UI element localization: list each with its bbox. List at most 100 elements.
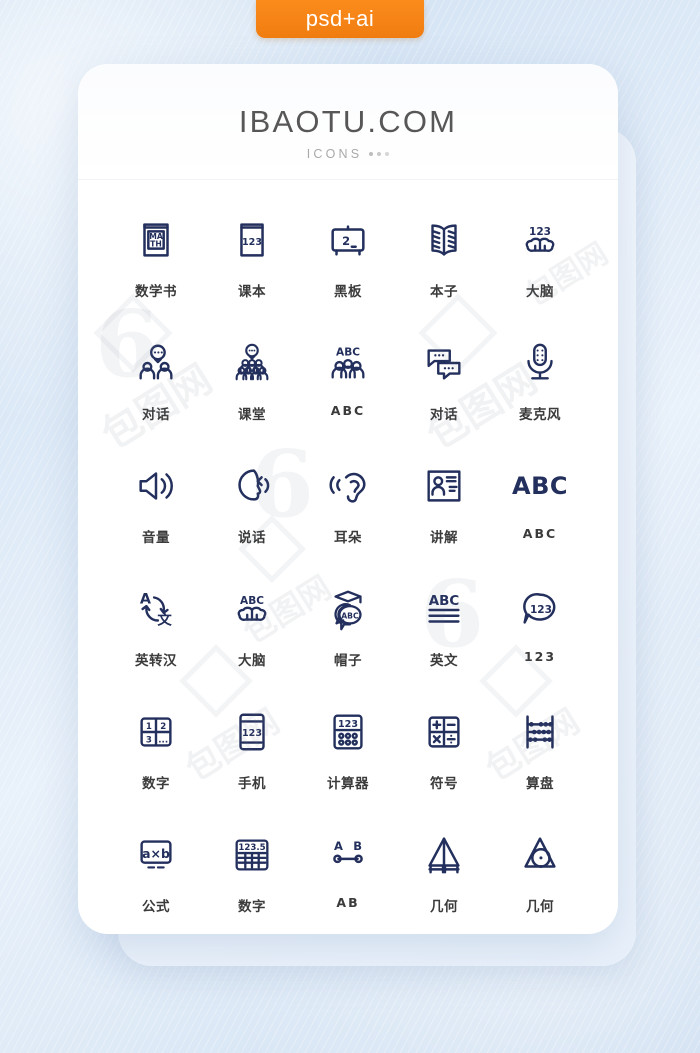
icon-cell[interactable]: 几何 bbox=[396, 813, 492, 928]
icon-cell[interactable]: 算盘 bbox=[492, 690, 588, 805]
microphone-icon bbox=[512, 337, 568, 389]
icon-label: 计算器 bbox=[327, 776, 369, 792]
icon-label: 几何 bbox=[526, 899, 554, 915]
volume-speaker-icon bbox=[128, 460, 184, 512]
icon-set-card: IBAOTU.COM ICONS MA TH 数学书 123 课本 2 黑板 本… bbox=[78, 64, 618, 934]
icon-label: AB bbox=[336, 895, 360, 910]
svg-text:A: A bbox=[334, 839, 343, 853]
open-book-icon bbox=[416, 214, 472, 266]
icon-cell[interactable]: 对话 bbox=[108, 321, 204, 436]
number-book-icon: 123 bbox=[224, 214, 280, 266]
icon-cell[interactable]: ABC ABC bbox=[300, 321, 396, 436]
icon-label: 公式 bbox=[142, 899, 170, 915]
icon-label: 大脑 bbox=[526, 284, 554, 300]
icon-label: 课堂 bbox=[238, 407, 266, 423]
icon-label: 本子 bbox=[430, 284, 458, 300]
svg-text:2: 2 bbox=[342, 234, 350, 248]
icon-cell[interactable]: MA TH 数学书 bbox=[108, 198, 204, 313]
icon-cell[interactable]: ABC 英文 bbox=[396, 567, 492, 682]
icon-cell[interactable]: ABC 大脑 bbox=[204, 567, 300, 682]
svg-text:ABC: ABC bbox=[240, 595, 264, 607]
svg-text:123: 123 bbox=[530, 604, 552, 616]
icon-label: 数学书 bbox=[135, 284, 177, 300]
icon-cell[interactable]: 123 大脑 bbox=[492, 198, 588, 313]
icon-label: ABC bbox=[522, 526, 558, 541]
icon-cell[interactable]: 讲解 bbox=[396, 444, 492, 559]
triangle-circle-icon bbox=[512, 829, 568, 881]
icon-label: 音量 bbox=[142, 530, 170, 546]
icon-cell[interactable]: 123 手机 bbox=[204, 690, 300, 805]
icon-label: 黑板 bbox=[334, 284, 362, 300]
icon-cell[interactable]: 符号 bbox=[396, 690, 492, 805]
spreadsheet-1235-icon: 123.5 bbox=[224, 829, 280, 881]
svg-text:123: 123 bbox=[338, 719, 358, 730]
icon-label: 数字 bbox=[238, 899, 266, 915]
icon-label: 算盘 bbox=[526, 776, 554, 792]
icon-cell[interactable]: 课堂 bbox=[204, 321, 300, 436]
icon-label: 手机 bbox=[238, 776, 266, 792]
presentation-person-icon bbox=[416, 460, 472, 512]
icon-label: ABC bbox=[330, 403, 366, 418]
svg-text:123: 123 bbox=[529, 226, 551, 238]
icon-cell[interactable]: 耳朵 bbox=[300, 444, 396, 559]
ear-listening-icon bbox=[320, 460, 376, 512]
svg-text:a×b: a×b bbox=[142, 846, 170, 861]
icon-cell[interactable]: 麦克风 bbox=[492, 321, 588, 436]
svg-text:TH: TH bbox=[150, 240, 162, 249]
icon-label: 123 bbox=[523, 649, 557, 664]
svg-text:A: A bbox=[140, 591, 152, 607]
math-book-icon: MA TH bbox=[128, 214, 184, 266]
svg-text:ABC: ABC bbox=[429, 594, 459, 609]
icon-cell[interactable]: 123.5 数字 bbox=[204, 813, 300, 928]
psd-ai-badge: psd+ai bbox=[256, 0, 424, 38]
icon-cell[interactable]: ABC ABC bbox=[492, 444, 588, 559]
icon-label: 英文 bbox=[430, 653, 458, 669]
icon-cell[interactable]: a×b 公式 bbox=[108, 813, 204, 928]
speech-bubble-123-icon: 123 bbox=[512, 583, 568, 635]
abc-lines-icon: ABC bbox=[416, 583, 472, 635]
blackboard-icon: 2 bbox=[320, 214, 376, 266]
dots-icon bbox=[369, 152, 390, 156]
subtitle-row: ICONS bbox=[78, 147, 618, 161]
icon-cell[interactable]: 123 计算器 bbox=[300, 690, 396, 805]
svg-text:B: B bbox=[353, 839, 362, 853]
icon-cell[interactable]: ABC 帽子 bbox=[300, 567, 396, 682]
classroom-crowd-icon bbox=[224, 337, 280, 389]
icon-cell[interactable]: 音量 bbox=[108, 444, 204, 559]
number-grid-icon: 1 2 3 ... bbox=[128, 706, 184, 758]
line-segment-ab-icon: A B bbox=[320, 829, 376, 881]
svg-text:ABC: ABC bbox=[336, 346, 360, 358]
icon-cell[interactable]: 本子 bbox=[396, 198, 492, 313]
two-people-talking-icon bbox=[128, 337, 184, 389]
icon-cell[interactable]: 1 2 3 ... 数字 bbox=[108, 690, 204, 805]
subtitle: ICONS bbox=[306, 147, 363, 161]
svg-text:...: ... bbox=[158, 736, 168, 746]
icon-grid: MA TH 数学书 123 课本 2 黑板 本子 123 大脑 对话 课堂 AB… bbox=[78, 180, 618, 934]
icon-cell[interactable]: A B AB bbox=[300, 813, 396, 928]
icon-cell[interactable]: 123 课本 bbox=[204, 198, 300, 313]
abc-text-icon: ABC bbox=[512, 460, 568, 512]
icon-cell[interactable]: 123 123 bbox=[492, 567, 588, 682]
icon-label: 帽子 bbox=[334, 653, 362, 669]
icon-cell[interactable]: 对话 bbox=[396, 321, 492, 436]
icon-label: 符号 bbox=[430, 776, 458, 792]
graduation-cap-abc-icon: ABC bbox=[320, 583, 376, 635]
icon-cell[interactable]: 几何 bbox=[492, 813, 588, 928]
icon-cell[interactable]: 说话 bbox=[204, 444, 300, 559]
speaking-head-icon bbox=[224, 460, 280, 512]
icon-label: 对话 bbox=[142, 407, 170, 423]
formula-axb-icon: a×b bbox=[128, 829, 184, 881]
translate-a-to-chinese-icon: A 文 bbox=[128, 583, 184, 635]
abc-people-icon: ABC bbox=[320, 337, 376, 389]
icon-cell[interactable]: A 文 英转汉 bbox=[108, 567, 204, 682]
page-title: IBAOTU.COM bbox=[238, 104, 458, 139]
icon-label: 英转汉 bbox=[135, 653, 177, 669]
psd-ai-badge-label: psd+ai bbox=[305, 6, 375, 31]
icon-label: 课本 bbox=[238, 284, 266, 300]
icon-label: 对话 bbox=[430, 407, 458, 423]
brain-abc-icon: ABC bbox=[224, 583, 280, 635]
icon-label: 几何 bbox=[430, 899, 458, 915]
svg-text:123: 123 bbox=[242, 237, 262, 248]
icon-cell[interactable]: 2 黑板 bbox=[300, 198, 396, 313]
icon-label: 讲解 bbox=[430, 530, 458, 546]
